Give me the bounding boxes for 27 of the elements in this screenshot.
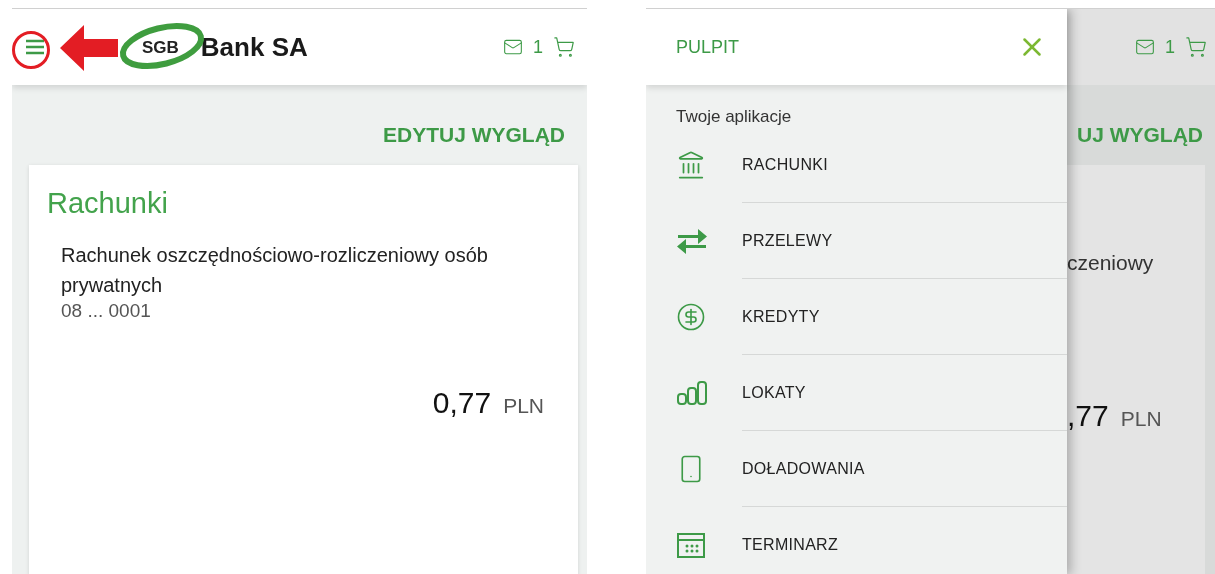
coin-stacks-icon — [676, 380, 708, 406]
cart-icon — [1185, 36, 1207, 58]
balance-currency: PLN — [1120, 407, 1162, 431]
menu-icon — [24, 38, 46, 56]
brand-name: Bank SA — [200, 31, 308, 63]
pointer-arrow-drawing — [60, 25, 118, 71]
section-heading: Twoje aplikacje — [675, 106, 793, 127]
drawer-title: PULPIT — [676, 36, 740, 58]
envelope-icon[interactable] — [503, 37, 523, 57]
balance-amount: ,77 — [1067, 399, 1109, 433]
card-title: Rachunki — [47, 187, 169, 220]
balance-currency: PLN — [503, 394, 544, 418]
cart-icon[interactable] — [553, 36, 575, 58]
message-count: 1 — [533, 36, 543, 58]
highlight-circle — [12, 31, 50, 69]
account-number: 08 ... 0001 — [61, 300, 152, 322]
transfer-arrows-icon — [676, 226, 708, 256]
logo-text: SGB — [142, 38, 179, 58]
account-name[interactable]: Rachunek oszczędnościowo-rozliczeniowy osób prywatnych — [61, 240, 511, 300]
account-name: czeniowy — [1067, 251, 1155, 275]
message-count: 1 — [1165, 36, 1175, 58]
menu-item[interactable]: TERMINARZ — [742, 507, 1067, 574]
bank-icon — [676, 150, 706, 180]
dollar-circle-icon — [676, 302, 706, 332]
envelope-icon — [1135, 37, 1155, 57]
calendar-icon — [676, 531, 706, 559]
balance-amount: 0,77 — [432, 386, 492, 420]
